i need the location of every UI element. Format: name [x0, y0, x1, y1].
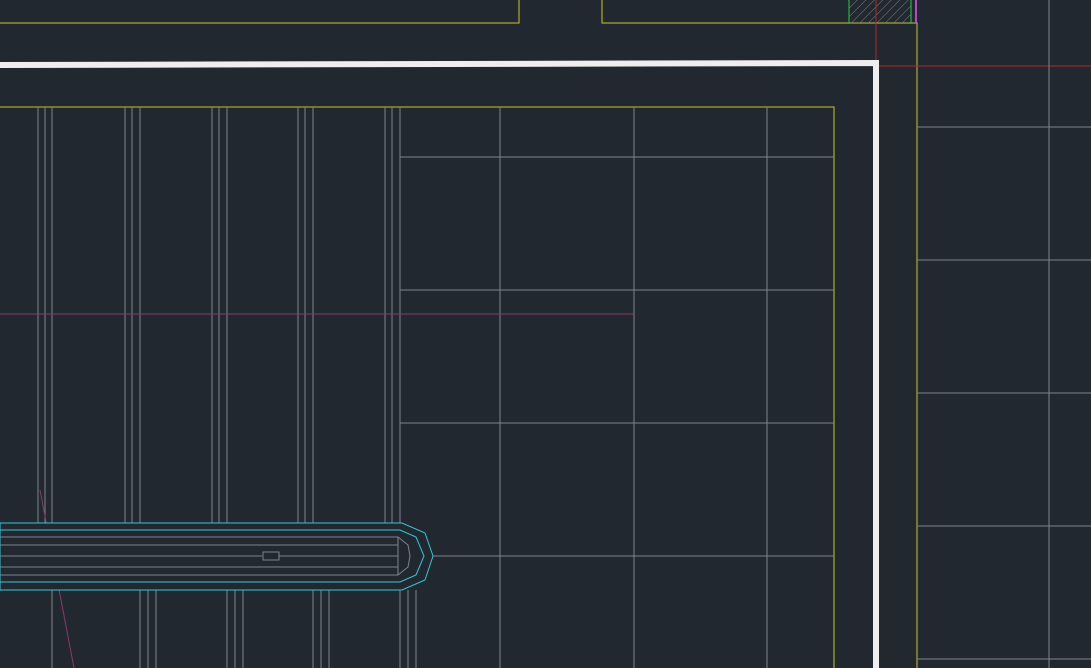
outer-tile-grid [917, 0, 1091, 668]
cyan-rail-element[interactable] [0, 522, 434, 591]
cad-drawing-svg[interactable] [0, 0, 1091, 668]
hatched-column-block[interactable] [848, 0, 917, 23]
rail-marker[interactable] [262, 551, 280, 561]
top-right-room-outline [601, 0, 918, 668]
cad-drawing-canvas[interactable] [0, 0, 1091, 668]
top-left-room-outline [0, 0, 520, 24]
floor-tile-grid [400, 107, 834, 668]
